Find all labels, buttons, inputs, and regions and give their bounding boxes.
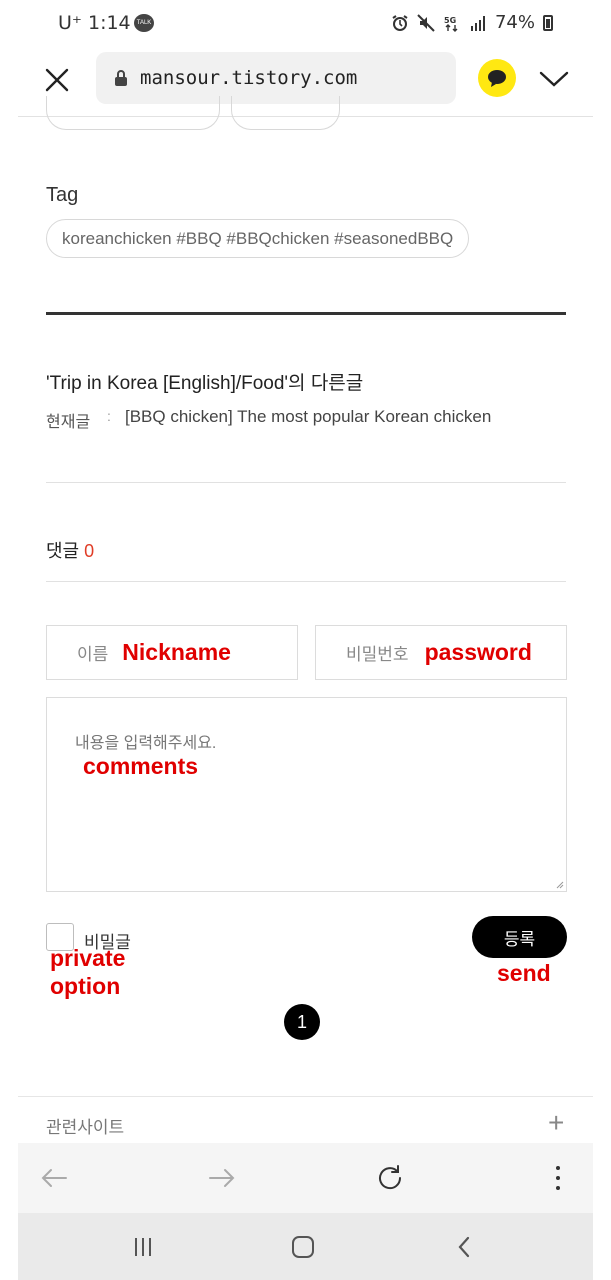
battery-icon [543, 14, 553, 31]
battery-percent: 74% [494, 12, 535, 33]
back-chevron-icon [458, 1236, 470, 1258]
tag-heading: Tag [46, 184, 79, 206]
chevron-down-icon [539, 71, 569, 87]
signal-icon [469, 14, 487, 32]
home-icon [292, 1236, 314, 1258]
comments-count: 0 [84, 541, 95, 561]
tag-list[interactable]: koreanchicken #BBQ #BBQchicken #seasoned… [46, 219, 470, 258]
expand-menu-button[interactable] [536, 64, 572, 94]
name-input[interactable]: 이름 Nickname [46, 625, 298, 680]
related-posts-heading[interactable]: 'Trip in Korea [English]/Food'의 다른글 [46, 368, 363, 395]
recent-apps-icon [135, 1238, 151, 1256]
divider [46, 482, 566, 483]
send-annotation: send [497, 960, 551, 986]
mute-icon [417, 13, 435, 32]
submit-comment-button[interactable]: 등록 [472, 916, 567, 958]
alarm-icon [391, 14, 409, 32]
reload-icon [379, 1165, 402, 1190]
5g-icon: 5G [443, 14, 461, 32]
reload-button[interactable] [372, 1160, 408, 1196]
password-placeholder: 비밀번호 [346, 645, 409, 664]
current-post-label: 현재글 [46, 414, 91, 431]
comments-heading: 댓글 0 [46, 537, 94, 563]
related-sites-label[interactable]: 관련사이트 [46, 1113, 124, 1138]
partial-button[interactable] [46, 96, 220, 130]
comments-label: 댓글 [46, 541, 80, 561]
system-back-button[interactable] [446, 1229, 482, 1265]
home-button[interactable] [285, 1229, 321, 1265]
more-options-button[interactable] [540, 1160, 576, 1196]
name-placeholder: 이름 [77, 645, 109, 664]
back-button[interactable] [36, 1160, 72, 1196]
current-post-separator: : [107, 408, 111, 424]
private-option-annotation: private option [50, 945, 126, 999]
recent-apps-button[interactable] [125, 1229, 161, 1265]
close-tab-button[interactable] [38, 62, 76, 100]
lock-icon [115, 70, 127, 86]
password-annotation: password [424, 639, 532, 665]
kakaotalk-notification-icon: TALK [134, 14, 154, 32]
svg-text:5G: 5G [444, 16, 456, 25]
arrow-left-icon [41, 1169, 67, 1187]
nickname-annotation: Nickname [122, 639, 231, 665]
chat-bubble-icon [488, 70, 506, 87]
kakao-chat-button[interactable] [478, 59, 516, 97]
partial-button[interactable] [231, 96, 340, 130]
expand-plus-icon[interactable]: + [548, 1108, 564, 1138]
current-post-link[interactable]: [BBQ chicken] The most popular Korean ch… [125, 407, 491, 427]
status-bar: U⁺ 1:14 TALK 5G 74% [0, 0, 611, 48]
password-input[interactable]: 비밀번호 password [315, 625, 567, 680]
divider [18, 1096, 593, 1097]
system-navigation-bar [18, 1213, 593, 1280]
comment-textarea[interactable]: 내용을 입력해주세요. comments [46, 697, 567, 892]
forward-button[interactable] [204, 1160, 240, 1196]
url-text: mansour.tistory.com [140, 67, 358, 89]
arrow-right-icon [209, 1169, 235, 1187]
comments-annotation: comments [83, 753, 199, 779]
comment-placeholder: 내용을 입력해주세요. [75, 735, 217, 752]
carrier-time: U⁺ 1:14 [58, 12, 131, 34]
kebab-menu-icon [556, 1166, 560, 1190]
browser-bottom-nav [18, 1143, 593, 1213]
close-icon [45, 68, 69, 92]
divider [46, 581, 566, 582]
section-divider [46, 312, 566, 315]
pagination-page-1[interactable]: 1 [284, 1004, 320, 1040]
resize-handle-icon[interactable] [556, 881, 564, 889]
